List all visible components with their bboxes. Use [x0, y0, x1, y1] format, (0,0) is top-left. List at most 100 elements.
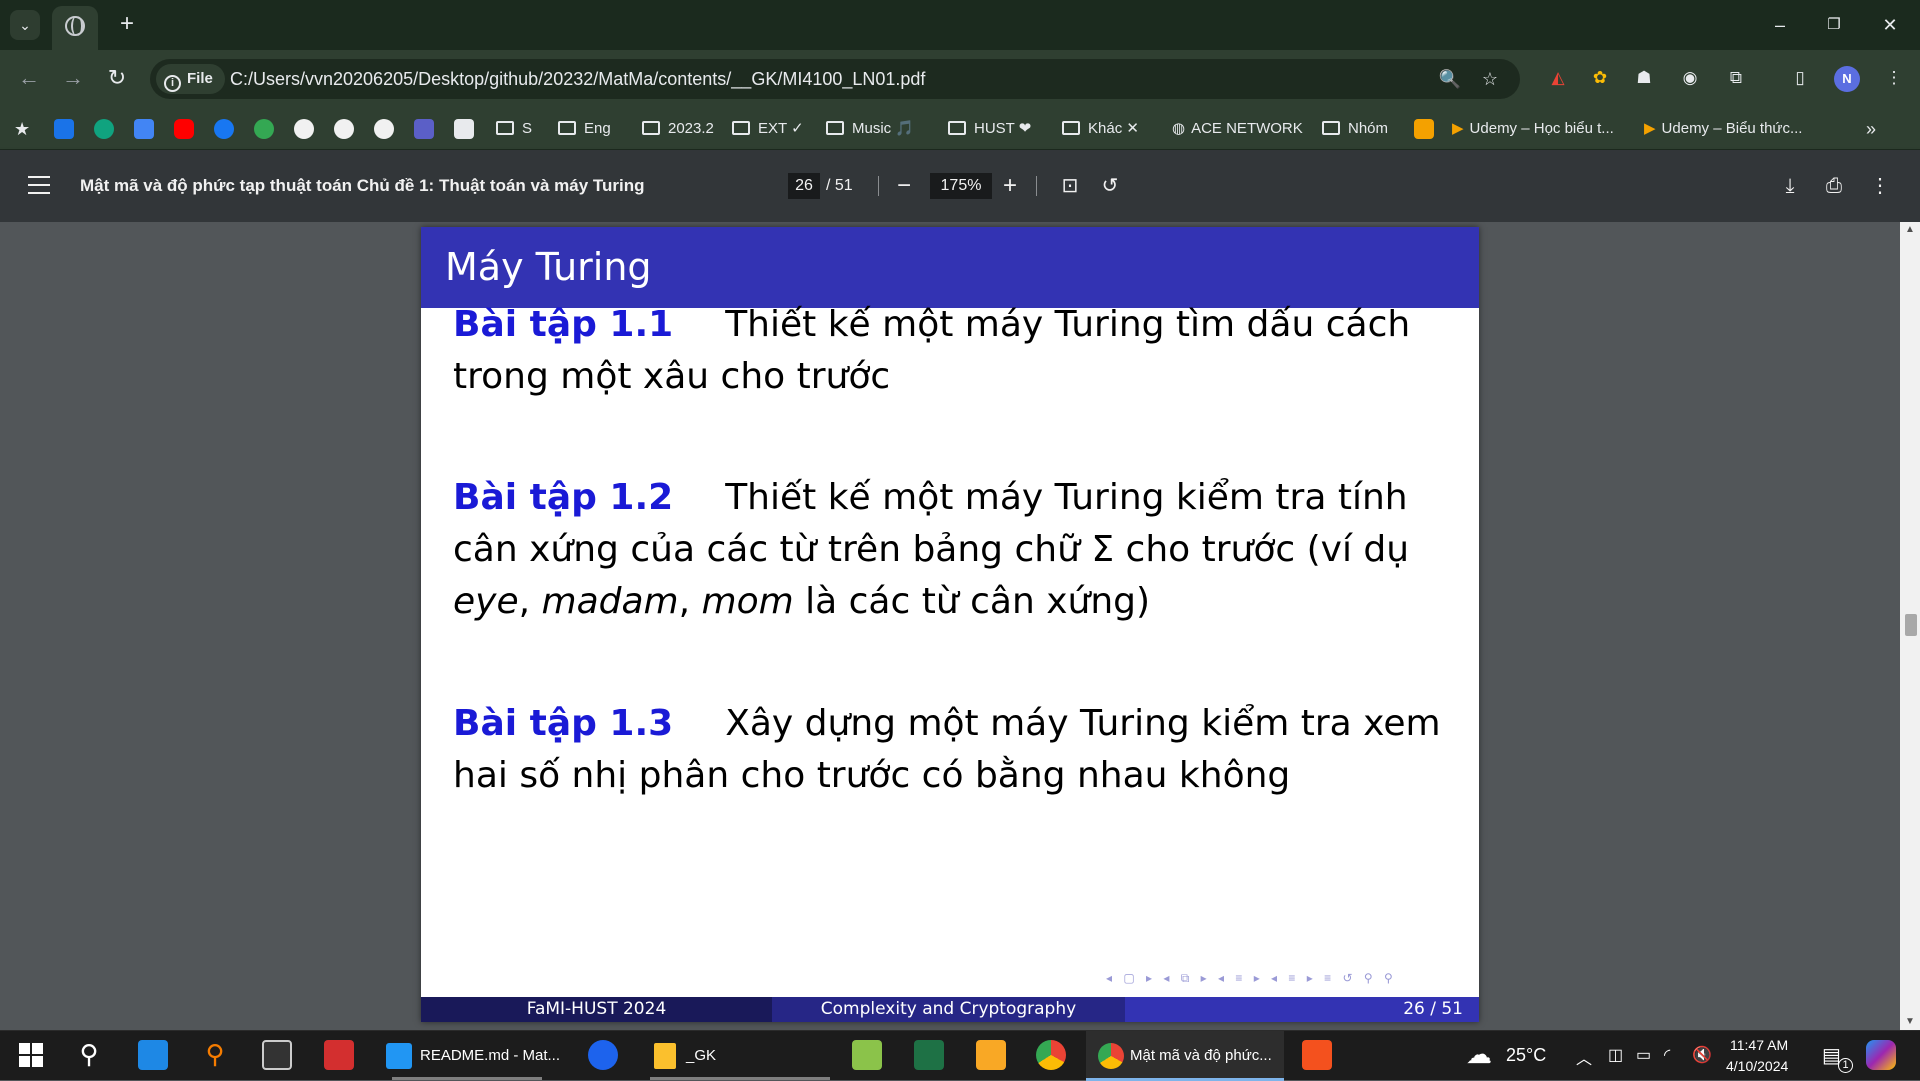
download-icon[interactable]: ⤓	[1774, 170, 1806, 202]
app-icon-tools[interactable]	[852, 1040, 882, 1070]
restore-button[interactable]: ❐	[1814, 10, 1854, 40]
vscode-icon	[386, 1043, 412, 1070]
clock-date[interactable]: 4/10/2024	[1726, 1058, 1788, 1074]
site-info-chip[interactable]: i File	[156, 64, 225, 94]
udemy-icon: ▶	[1452, 120, 1464, 137]
terminal-icon[interactable]	[262, 1040, 292, 1070]
address-bar[interactable]: i File C:/Users/vvn20206205/Desktop/githu…	[150, 59, 1520, 99]
zoom-in-button[interactable]: +	[994, 170, 1026, 202]
profile-avatar[interactable]: N	[1834, 66, 1860, 92]
clock-time[interactable]: 11:47 AM	[1730, 1037, 1788, 1053]
docker-icon[interactable]	[588, 1040, 618, 1070]
page-number-input[interactable]: 26	[788, 173, 820, 199]
back-button[interactable]: ←	[14, 64, 44, 94]
chatgpt-icon[interactable]	[94, 119, 114, 139]
print-icon[interactable]: ⎙	[1818, 170, 1850, 202]
bookmark-folder-eng[interactable]: Eng	[558, 116, 611, 142]
exercise-label: Bài tập 1.1	[453, 304, 674, 345]
active-tab[interactable]	[52, 6, 98, 50]
more-actions-icon[interactable]: ⋮	[1864, 170, 1896, 202]
search-tool-icon[interactable]: ⚲	[200, 1040, 230, 1070]
close-button[interactable]: ✕	[1870, 10, 1910, 40]
udemy-play-icon[interactable]	[1414, 119, 1434, 139]
scroll-up-arrow-icon[interactable]: ▲	[1904, 224, 1916, 236]
bookmark-folder-nhom[interactable]: Nhóm	[1322, 116, 1388, 142]
menu-kebab-icon[interactable]: ⋮	[1880, 64, 1908, 92]
facebook-icon[interactable]	[214, 119, 234, 139]
layers-icon[interactable]	[54, 119, 74, 139]
excel-icon[interactable]	[914, 1040, 944, 1070]
teams-icon[interactable]	[414, 119, 434, 139]
forward-button[interactable]: →	[58, 64, 88, 94]
xampp-icon[interactable]	[1302, 1040, 1332, 1070]
chrome-icon[interactable]	[1036, 1040, 1066, 1070]
github-icon[interactable]	[334, 119, 354, 139]
chrome-icon	[1098, 1043, 1124, 1070]
scroll-down-arrow-icon[interactable]: ▼	[1904, 1016, 1916, 1028]
pdf-document-area[interactable]: Máy Turing Bài tập 1.1 Thiết kế một máy T…	[0, 222, 1920, 1030]
zoom-icon[interactable]: 🔍	[1436, 65, 1464, 93]
vertical-scrollbar[interactable]: ▲ ▼	[1900, 222, 1920, 1030]
extension-icon-1[interactable]: ◭	[1544, 64, 1572, 92]
extensions-puzzle-icon[interactable]: ⧉	[1722, 64, 1750, 92]
power-bi-icon[interactable]	[976, 1040, 1006, 1070]
bookmark-folder-khac[interactable]: Khác ✕	[1062, 116, 1139, 142]
windows-start-icon[interactable]	[16, 1040, 46, 1070]
folder-icon	[654, 1043, 676, 1070]
search-icon[interactable]: ⚲	[74, 1040, 104, 1070]
app-icon-green[interactable]	[254, 119, 274, 139]
volume-muted-icon[interactable]: 🔇	[1692, 1045, 1712, 1065]
bookmark-folder-music[interactable]: Music 🎵	[826, 116, 914, 142]
weather-temperature[interactable]: 25°C	[1506, 1045, 1546, 1066]
file-chip-label: File	[187, 70, 213, 87]
extension-icon-3[interactable]: ☗	[1630, 64, 1658, 92]
bookmark-star-icon[interactable]: ☆	[1476, 65, 1504, 93]
taskbar-app-chrome-pdf[interactable]: Mật mã và độ phức...	[1086, 1031, 1284, 1081]
menu-icon[interactable]	[28, 176, 50, 194]
pdf-page: Máy Turing Bài tập 1.1 Thiết kế một máy T…	[421, 227, 1479, 1022]
app-icon-badge[interactable]	[454, 119, 474, 139]
tab-search-button[interactable]: ⌄	[10, 10, 40, 40]
scrollbar-thumb[interactable]	[1905, 614, 1917, 636]
github-icon[interactable]	[374, 119, 394, 139]
youtube-icon[interactable]	[174, 119, 194, 139]
google-translate-icon[interactable]	[134, 119, 154, 139]
reload-button[interactable]: ↻	[102, 64, 132, 94]
minimize-button[interactable]: –	[1760, 10, 1800, 40]
fit-page-icon[interactable]: ⊡	[1054, 170, 1086, 202]
tray-overflow-icon[interactable]: ︿	[1576, 1045, 1592, 1069]
battery-icon[interactable]: ▭	[1636, 1045, 1651, 1065]
bookmark-folder-s[interactable]: S	[496, 116, 532, 142]
app-icon-blue[interactable]	[138, 1040, 168, 1070]
bookmark-udemy-2[interactable]: ▶ Udemy – Biểu thức...	[1644, 116, 1802, 142]
bookmark-ace-network[interactable]: ◍ ACE NETWORK	[1172, 116, 1303, 142]
copilot-icon[interactable]	[1866, 1040, 1896, 1070]
extension-icon-4[interactable]: ◉	[1676, 64, 1704, 92]
bookmark-folder-hust[interactable]: HUST ❤	[948, 116, 1031, 142]
bookmark-folder-2023-2[interactable]: 2023.2	[642, 116, 714, 142]
rotate-icon[interactable]: ↺	[1094, 170, 1126, 202]
taskbar-app-explorer[interactable]: _GK	[640, 1031, 830, 1081]
url-text[interactable]: C:/Users/vvn20206205/Desktop/github/2023…	[230, 59, 925, 99]
wifi-icon[interactable]: ◜	[1664, 1045, 1670, 1065]
bookmarks-overflow-button[interactable]: »	[1866, 116, 1876, 142]
bookmark-star-icon[interactable]: ★	[14, 116, 30, 142]
folder-icon	[496, 121, 514, 135]
extension-icon-2[interactable]: ✿	[1586, 64, 1614, 92]
zoom-out-button[interactable]: −	[888, 170, 920, 202]
footer-course: Complexity and Cryptography	[772, 997, 1125, 1022]
github-icon[interactable]	[294, 119, 314, 139]
new-tab-button[interactable]: +	[112, 10, 142, 40]
side-panel-icon[interactable]: ▯	[1786, 64, 1814, 92]
bookmark-udemy-1[interactable]: ▶ Udemy – Học biểu t...	[1452, 116, 1614, 142]
app-icon-red[interactable]	[324, 1040, 354, 1070]
weather-cloud-icon[interactable]: ☁	[1466, 1039, 1492, 1070]
bookmark-folder-ext[interactable]: EXT ✓	[732, 116, 804, 142]
camera-icon[interactable]: ◫	[1608, 1045, 1623, 1065]
slide-header: Máy Turing	[421, 227, 1479, 308]
zoom-input[interactable]: 175%	[930, 173, 992, 199]
info-icon: i	[164, 75, 181, 92]
beamer-navigation-symbols: ◂ ▢ ▸ ◂ ⧉ ▸ ◂ ≡ ▸ ◂ ≡ ▸ ≡ ↺ ⚲ ⚲	[1106, 971, 1397, 985]
taskbar: ⚲ ⚲ README.md - Mat... _GK Mật mã và độ …	[0, 1030, 1920, 1081]
taskbar-app-vscode[interactable]: README.md - Mat...	[380, 1031, 560, 1081]
